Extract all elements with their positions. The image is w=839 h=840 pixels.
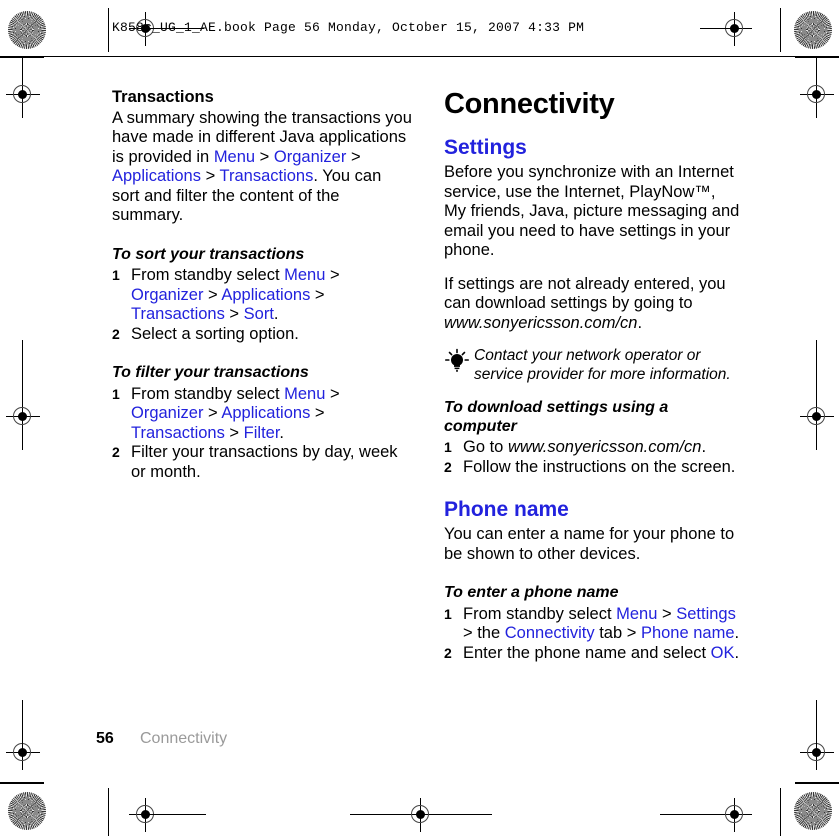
task-title-download-settings: To download settings using a computer bbox=[444, 399, 669, 435]
step-sep4: > bbox=[224, 423, 244, 442]
step-item: From standby select Menu > Settings > th… bbox=[444, 605, 740, 644]
tip-text: Contact your network operator or service… bbox=[474, 347, 731, 383]
steps-sort-transactions: From standby select Menu > Organizer > A… bbox=[112, 266, 412, 344]
step-text-a: Enter the phone name and select bbox=[463, 643, 711, 662]
download-text-a: If settings are not already entered, you… bbox=[444, 274, 726, 313]
task-title-enter-phone-name: To enter a phone name bbox=[444, 584, 619, 601]
steps-filter-transactions: From standby select Menu > Organizer > A… bbox=[112, 385, 412, 483]
step-sep2: > bbox=[203, 404, 222, 422]
lightbulb-icon bbox=[444, 348, 470, 374]
link-applications[interactable]: Applications bbox=[221, 286, 310, 304]
step-sep3: > bbox=[310, 404, 325, 422]
section-heading-phone-name: Phone name bbox=[444, 498, 569, 521]
paragraph-settings-intro: Before you synchronize with an Internet … bbox=[444, 163, 740, 259]
paragraph-phone-name: You can enter a name for your phone to b… bbox=[444, 525, 735, 563]
step-sep3: > bbox=[310, 285, 325, 304]
link-filter[interactable]: Filter bbox=[244, 424, 280, 442]
link-organizer[interactable]: Organizer bbox=[274, 148, 346, 166]
step-text-b: . bbox=[701, 438, 707, 456]
step-sep4: > bbox=[224, 305, 244, 323]
link-menu[interactable]: Menu bbox=[284, 385, 325, 403]
step-text-b: . bbox=[734, 643, 740, 662]
link-sort[interactable]: Sort bbox=[244, 305, 274, 323]
page-footer: 56 Connectivity bbox=[96, 730, 227, 748]
url-sonyericsson[interactable]: www.sonyericsson.com/cn bbox=[508, 438, 701, 456]
step-text-a: From standby select bbox=[131, 266, 285, 284]
step-item: Filter your transactions by day, week or… bbox=[112, 443, 398, 481]
steps-download-settings: Go to www.sonyericsson.com/cn. Follow th… bbox=[444, 438, 740, 477]
paragraph-settings-download: If settings are not already entered, you… bbox=[444, 275, 740, 334]
intro-sep1: > bbox=[255, 147, 274, 166]
paragraph-transactions-intro: A summary showing the transactions you h… bbox=[112, 109, 412, 226]
download-text-b: . bbox=[637, 313, 643, 332]
step-item: From standby select Menu > Organizer > A… bbox=[112, 266, 412, 325]
right-column: Connectivity Settings Before you synchro… bbox=[444, 88, 740, 663]
task-title-sort-transactions: To sort your transactions bbox=[112, 245, 305, 263]
step-text-a: Go to bbox=[463, 438, 508, 456]
step-item: Select a sorting option. bbox=[112, 324, 299, 344]
step-sep2: > bbox=[203, 285, 222, 304]
link-transactions[interactable]: Transactions bbox=[131, 305, 225, 323]
url-sonyericsson[interactable]: www.sonyericsson.com/cn bbox=[444, 314, 637, 332]
link-menu[interactable]: Menu bbox=[284, 266, 325, 284]
step-text-b: . bbox=[273, 305, 279, 323]
link-menu[interactable]: Menu bbox=[214, 148, 255, 166]
link-connectivity-tab[interactable]: Connectivity bbox=[505, 624, 595, 642]
step-sep2: > the bbox=[463, 624, 505, 642]
intro-sep3: > bbox=[200, 167, 220, 185]
step-item: Enter the phone name and select OK. bbox=[444, 644, 740, 664]
step-text-b: . bbox=[279, 423, 285, 442]
page-number: 56 bbox=[96, 730, 114, 747]
steps-enter-phone-name: From standby select Menu > Settings > th… bbox=[444, 605, 740, 664]
step-text-a: From standby select bbox=[463, 604, 617, 623]
link-transactions[interactable]: Transactions bbox=[131, 424, 225, 442]
link-applications[interactable]: Applications bbox=[112, 167, 201, 185]
page-content: Transactions A summary showing the trans… bbox=[0, 0, 839, 840]
step-item: Follow the instructions on the screen. bbox=[444, 457, 736, 477]
left-column: Transactions A summary showing the trans… bbox=[112, 88, 412, 482]
step-sep1: > bbox=[657, 604, 677, 623]
link-organizer[interactable]: Organizer bbox=[131, 404, 203, 422]
link-settings[interactable]: Settings bbox=[676, 605, 736, 623]
link-ok[interactable]: OK bbox=[711, 644, 735, 662]
link-phone-name[interactable]: Phone name bbox=[641, 624, 735, 642]
footer-chapter-name: Connectivity bbox=[140, 730, 228, 747]
section-heading-settings: Settings bbox=[444, 136, 527, 159]
link-transactions[interactable]: Transactions bbox=[220, 167, 314, 185]
step-sep3: tab > bbox=[594, 624, 641, 642]
link-applications[interactable]: Applications bbox=[221, 404, 310, 422]
step-sep1: > bbox=[325, 266, 340, 284]
step-sep1: > bbox=[325, 384, 340, 403]
intro-sep2: > bbox=[346, 147, 361, 166]
step-text-b: . bbox=[734, 624, 740, 642]
step-item: From standby select Menu > Organizer > A… bbox=[112, 385, 412, 444]
link-menu[interactable]: Menu bbox=[616, 605, 657, 623]
step-text-a: From standby select bbox=[131, 384, 285, 403]
page-title: Connectivity bbox=[444, 88, 615, 120]
step-item: Go to www.sonyericsson.com/cn. bbox=[444, 438, 740, 458]
tip-note: Contact your network operator or service… bbox=[444, 347, 740, 384]
link-organizer[interactable]: Organizer bbox=[131, 286, 203, 304]
task-title-filter-transactions: To filter your transactions bbox=[112, 364, 309, 381]
subheading-transactions: Transactions bbox=[112, 88, 214, 106]
